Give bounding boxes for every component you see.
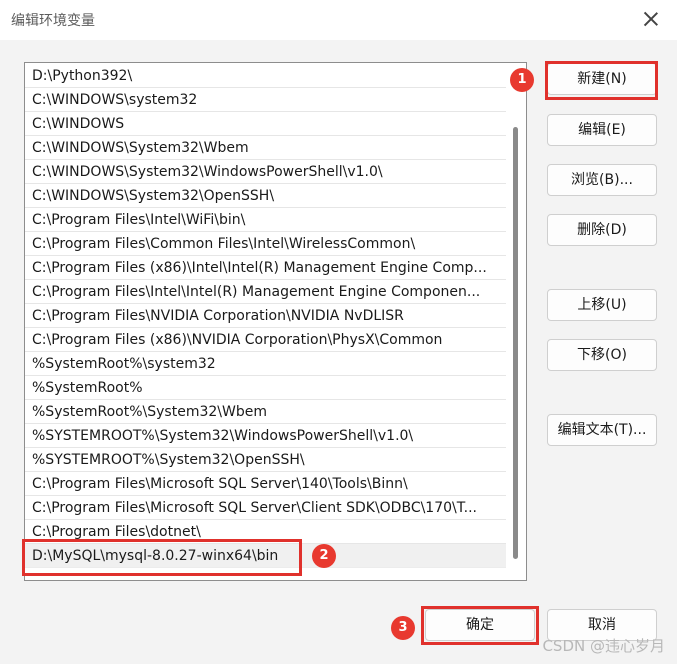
new-button[interactable]: 新建(N) [547,63,657,95]
path-item[interactable]: %SYSTEMROOT%\System32\WindowsPowerShell\… [25,424,507,448]
edit-button[interactable]: 编辑(E) [547,114,657,146]
path-item[interactable]: C:\Program Files (x86)\Intel\Intel(R) Ma… [25,256,507,280]
browse-button[interactable]: 浏览(B)... [547,164,657,196]
step-badge-2: 2 [312,544,336,568]
path-item[interactable]: C:\WINDOWS [25,112,507,136]
path-item[interactable]: C:\WINDOWS\system32 [25,88,507,112]
path-item[interactable]: C:\Program Files\Common Files\Intel\Wire… [25,232,507,256]
path-item[interactable]: D:\Python392\ [25,64,507,88]
path-item[interactable]: C:\Program Files\Intel\Intel(R) Manageme… [25,280,507,304]
move-down-button[interactable]: 下移(O) [547,339,657,371]
path-item[interactable]: C:\Program Files (x86)\NVIDIA Corporatio… [25,328,507,352]
path-item[interactable]: C:\Program Files\Microsoft SQL Server\Cl… [25,496,507,520]
watermark: CSDN @违心岁月 [542,637,665,655]
scrollbar[interactable] [506,63,526,580]
close-icon[interactable] [641,9,661,29]
path-item[interactable]: C:\WINDOWS\System32\WindowsPowerShell\v1… [25,160,507,184]
path-item[interactable]: %SystemRoot%\System32\Wbem [25,400,507,424]
ok-button[interactable]: 确定 [425,609,535,641]
path-item[interactable]: C:\WINDOWS\System32\Wbem [25,136,507,160]
path-item[interactable]: %SystemRoot% [25,376,507,400]
step-badge-3: 3 [391,616,415,640]
move-up-button[interactable]: 上移(U) [547,289,657,321]
edit-text-button[interactable]: 编辑文本(T)... [547,414,657,446]
path-item[interactable]: C:\Program Files\Intel\WiFi\bin\ [25,208,507,232]
path-item[interactable]: C:\Program Files\NVIDIA Corporation\NVID… [25,304,507,328]
path-list[interactable]: D:\Python392\ C:\WINDOWS\system32 C:\WINDO… [24,62,527,581]
path-item[interactable]: %SystemRoot%\system32 [25,352,507,376]
edit-env-var-dialog: 编辑环境变量 D:\Python392\ C:\WINDOWS\system32 C… [0,0,677,664]
delete-button[interactable]: 删除(D) [547,214,657,246]
dialog-title: 编辑环境变量 [11,13,95,29]
path-item[interactable]: C:\Program Files\dotnet\ [25,520,507,544]
path-item-selected[interactable]: D:\MySQL\mysql-8.0.27-winx64\bin [25,544,507,568]
path-item[interactable]: C:\WINDOWS\System32\OpenSSH\ [25,184,507,208]
scrollbar-thumb[interactable] [513,127,518,559]
path-item[interactable]: %SYSTEMROOT%\System32\OpenSSH\ [25,448,507,472]
step-badge-1: 1 [510,68,534,92]
title-bar: 编辑环境变量 [0,0,677,40]
path-item[interactable]: C:\Program Files\Microsoft SQL Server\14… [25,472,507,496]
